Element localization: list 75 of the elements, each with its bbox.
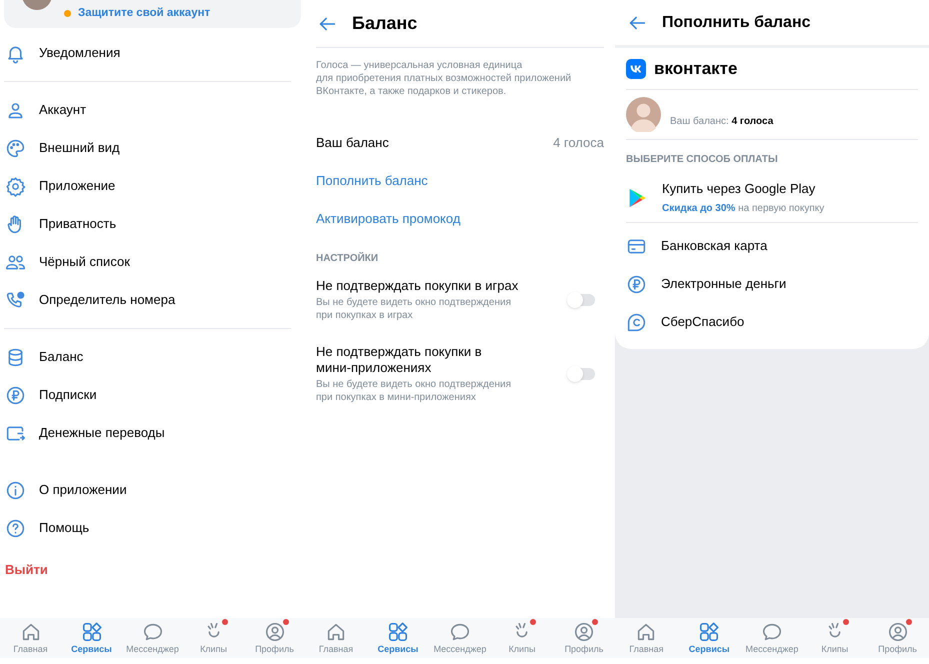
profile-icon bbox=[264, 621, 286, 643]
menu-item[interactable]: Подписки bbox=[0, 376, 305, 414]
menu-item[interactable]: Внешний вид bbox=[0, 129, 305, 167]
menu-item[interactable]: О приложении bbox=[0, 471, 305, 509]
profile-icon bbox=[573, 621, 595, 643]
setting-title: Не подтверждать покупки в играх bbox=[316, 278, 518, 294]
payment-method[interactable]: Купить через Google Play Скидка до 30% на первую покупку bbox=[626, 173, 918, 223]
toggle-switch[interactable] bbox=[569, 294, 595, 306]
menu-item[interactable]: Приложение bbox=[0, 167, 305, 205]
nav-tab[interactable]: Мессенджер bbox=[124, 621, 182, 655]
menu-item[interactable]: Аккаунт bbox=[0, 91, 305, 129]
speech-bubble-icon bbox=[626, 312, 647, 332]
balance-value: 4 голоса bbox=[553, 134, 604, 152]
nav-tab[interactable]: Сервисы bbox=[62, 621, 120, 655]
menu-item[interactable]: Уведомления bbox=[0, 34, 305, 72]
nav-tab[interactable]: Профиль bbox=[246, 621, 304, 655]
nav-tab[interactable]: Профиль bbox=[868, 621, 927, 655]
grid-icon bbox=[387, 621, 409, 643]
setting-description: Вы не будете видеть окно подтверждения при покупках в играх bbox=[316, 296, 512, 322]
section-header: НАСТРОЙКИ bbox=[316, 251, 380, 266]
payment-method[interactable]: Банковская карта bbox=[626, 227, 918, 265]
menu-item[interactable]: Приватность bbox=[0, 205, 305, 243]
method-label: Электронные деньги bbox=[661, 275, 786, 294]
logo-icon bbox=[626, 58, 646, 78]
avatar bbox=[626, 97, 661, 132]
help-icon bbox=[5, 518, 26, 538]
protect-account-link[interactable]: Защитите свой аккаунт bbox=[78, 7, 210, 20]
home-icon bbox=[325, 621, 347, 643]
palette-icon bbox=[5, 138, 26, 158]
toggle-switch[interactable] bbox=[569, 368, 595, 380]
menu-item[interactable]: Денежные переводы bbox=[0, 414, 305, 452]
screen-title: Баланс bbox=[352, 12, 418, 35]
profile-icon bbox=[886, 621, 909, 643]
chat-bubble-icon bbox=[142, 621, 164, 643]
gear-icon bbox=[5, 176, 26, 196]
chat-bubble-icon bbox=[449, 621, 471, 643]
balance-text: Ваш баланс: 4 голоса bbox=[670, 115, 774, 129]
action-link[interactable]: Пополнить баланс bbox=[316, 171, 428, 191]
payment-method[interactable]: СберСпасибо bbox=[626, 303, 918, 341]
nav-tab[interactable]: Клипы bbox=[184, 621, 242, 655]
setting-title: Не подтверждать покупки в мини-приложениях bbox=[316, 344, 483, 376]
menu-item[interactable]: Баланс bbox=[0, 338, 305, 376]
method-label: Банковская карта bbox=[661, 237, 768, 256]
section-header: ВЫБЕРИТЕ СПОСОБ ОПЛАТЫ bbox=[626, 153, 779, 167]
nav-tab[interactable]: Сервисы bbox=[369, 621, 427, 655]
nav-tab[interactable]: Профиль bbox=[555, 621, 613, 655]
menu-item[interactable]: Определитель номера bbox=[0, 281, 305, 319]
ruble-icon bbox=[626, 274, 647, 294]
method-label: СберСпасибо bbox=[661, 313, 744, 332]
grid-icon bbox=[698, 621, 720, 643]
payment-method[interactable]: Электронные деньги bbox=[626, 265, 918, 303]
nav-tab[interactable]: Клипы bbox=[493, 621, 551, 655]
screen-title: Пополнить баланс bbox=[662, 12, 810, 32]
menu-item[interactable]: Помощь bbox=[0, 509, 305, 547]
method-note: Скидка до 30% на первую покупку bbox=[662, 202, 824, 216]
method-label: Купить через Google Play bbox=[662, 180, 816, 198]
grid-icon bbox=[80, 621, 102, 643]
nav-tab[interactable]: Клипы bbox=[806, 621, 864, 655]
nav-tab[interactable]: Главная bbox=[307, 621, 365, 655]
ruble-icon bbox=[5, 384, 26, 406]
nav-tab[interactable]: Главная bbox=[2, 621, 60, 655]
action-link[interactable]: Активировать промокод bbox=[316, 209, 460, 229]
logout-button[interactable]: Выйти bbox=[5, 560, 48, 580]
chat-bubble-icon bbox=[760, 621, 783, 643]
info-icon bbox=[5, 480, 26, 500]
nav-tab[interactable]: Мессенджер bbox=[742, 621, 801, 655]
nav-tab[interactable]: Главная bbox=[617, 621, 676, 655]
balance-label: Ваш баланс bbox=[316, 134, 389, 152]
setting-description: Вы не будете видеть окно подтверждения при покупках в мини-приложениях bbox=[316, 378, 511, 404]
brand-name: вконтакте bbox=[654, 58, 738, 80]
phone-icon bbox=[5, 290, 26, 310]
nav-tab[interactable]: Сервисы bbox=[680, 621, 738, 655]
description-text: Голоса — универсальная условная единица для приобретения платных возможностей приложений ВКонтакте, а также подарков и стикеров. bbox=[316, 59, 572, 98]
nav-tab[interactable]: Мессенджер bbox=[431, 621, 489, 655]
menu-item[interactable]: Чёрный список bbox=[0, 243, 305, 281]
